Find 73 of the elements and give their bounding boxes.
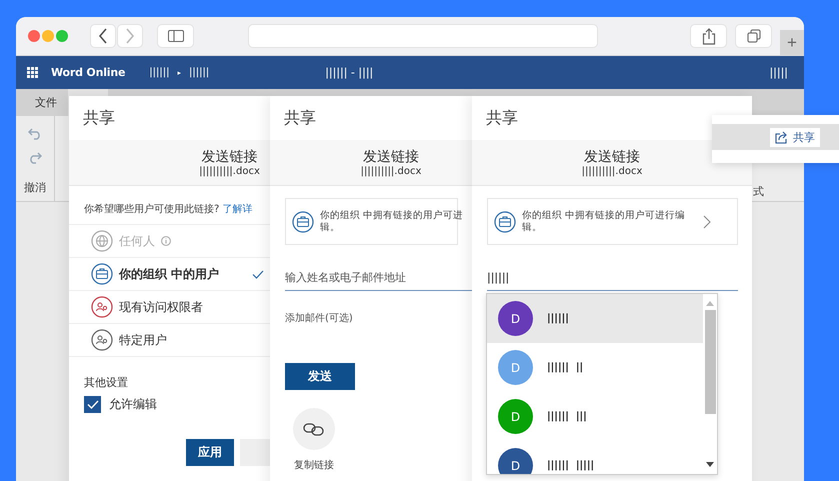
recipient-input[interactable]: |||||| xyxy=(487,265,738,291)
suggestion-item[interactable]: D |||||| || xyxy=(487,343,703,392)
suggestion-item[interactable]: D |||||| ||||| xyxy=(487,441,703,474)
panel-subtitle: 发送链接 xyxy=(584,148,640,166)
tabs-button[interactable] xyxy=(735,24,772,48)
panel-title: 共享 xyxy=(83,108,115,127)
share-icon xyxy=(775,130,789,144)
people-icon xyxy=(91,296,113,318)
allow-edit-checkbox[interactable] xyxy=(84,396,101,413)
document-title: |||||| - |||| xyxy=(325,66,374,79)
app-launcher-icon[interactable] xyxy=(27,67,38,78)
link-icon xyxy=(303,422,325,436)
sidebar-button[interactable] xyxy=(157,24,194,48)
message-field[interactable]: 添加邮件(可选) xyxy=(285,311,405,325)
briefcase-icon xyxy=(292,210,314,232)
copy-link-button[interactable] xyxy=(293,408,335,450)
learn-more-link[interactable]: 了解详 xyxy=(222,204,252,215)
share-button[interactable]: 共享 xyxy=(770,128,820,146)
user-name[interactable]: ||||| xyxy=(769,66,788,79)
globe-icon xyxy=(91,230,113,252)
scrollbar[interactable] xyxy=(703,294,717,474)
suggestion-item[interactable]: D |||||| ||| xyxy=(487,392,703,441)
scroll-up-icon[interactable] xyxy=(706,301,714,306)
recipient-input[interactable]: 输入姓名或电子邮件地址 xyxy=(285,265,472,291)
minimize-window-button[interactable] xyxy=(42,30,54,42)
share-button[interactable] xyxy=(690,24,727,48)
panel-subtitle: 发送链接 xyxy=(363,148,419,166)
link-audience-option[interactable]: 现有访问权限者 xyxy=(69,290,270,323)
send-button[interactable]: 发送 xyxy=(285,363,355,390)
checkmark-icon xyxy=(86,400,98,409)
file-name: ||||||||||.docx xyxy=(199,166,260,177)
apply-button[interactable]: 应用 xyxy=(186,439,234,466)
back-icon xyxy=(98,28,108,44)
redo-icon[interactable] xyxy=(28,152,42,164)
new-tab-button[interactable]: + xyxy=(780,30,804,55)
breadcrumb-link[interactable]: |||||| xyxy=(188,67,210,78)
copy-link-label: 复制链接 xyxy=(294,458,334,472)
share-icon xyxy=(702,28,716,44)
close-window-button[interactable] xyxy=(28,30,40,42)
panel-title: 共享 xyxy=(486,108,518,127)
file-name: ||||||||||.docx xyxy=(360,166,422,177)
back-button[interactable] xyxy=(90,24,116,48)
briefcase-icon xyxy=(91,263,113,285)
suggestion-item[interactable]: D |||||| xyxy=(487,294,703,343)
forward-icon xyxy=(125,28,135,44)
briefcase-icon xyxy=(494,210,516,232)
panel-title: 共享 xyxy=(284,108,316,127)
notice-text: 你的组织 中拥有链接的用户可进行编辑。 xyxy=(522,210,686,234)
undo-icon[interactable] xyxy=(28,128,42,140)
styles-group-label: 式 xyxy=(753,184,764,200)
checkmark-icon xyxy=(252,270,264,278)
permission-notice[interactable]: 你的组织 中拥有链接的用户可进行编辑。 xyxy=(487,198,738,245)
link-audience-option[interactable]: 你的组织 中的用户 xyxy=(69,257,270,290)
checkbox-label: 允许编辑 xyxy=(109,396,157,413)
undo-group-label: 撤消 xyxy=(24,180,46,195)
zoom-window-button[interactable] xyxy=(56,30,68,42)
avatar: D xyxy=(498,448,533,474)
question-text: 你希望哪些用户可使用此链接? xyxy=(84,204,220,215)
tabs-icon xyxy=(746,29,760,43)
notice-text: 辑。 xyxy=(320,222,341,234)
link-audience-option[interactable]: 特定用户 xyxy=(69,323,270,356)
sidebar-icon xyxy=(168,30,184,42)
breadcrumb-link[interactable]: |||||| xyxy=(149,67,170,78)
panel-subtitle: 发送链接 xyxy=(202,148,258,166)
avatar: D xyxy=(498,301,533,336)
ribbon-tab[interactable]: 文件 xyxy=(24,89,68,116)
avatar: D xyxy=(498,399,533,434)
chevron-right-icon xyxy=(703,214,711,228)
people-icon xyxy=(91,329,113,351)
app-name: Word Online xyxy=(51,66,126,79)
scroll-down-icon[interactable] xyxy=(706,462,714,467)
file-name: ||||||||||.docx xyxy=(582,166,642,177)
avatar: D xyxy=(498,350,533,385)
